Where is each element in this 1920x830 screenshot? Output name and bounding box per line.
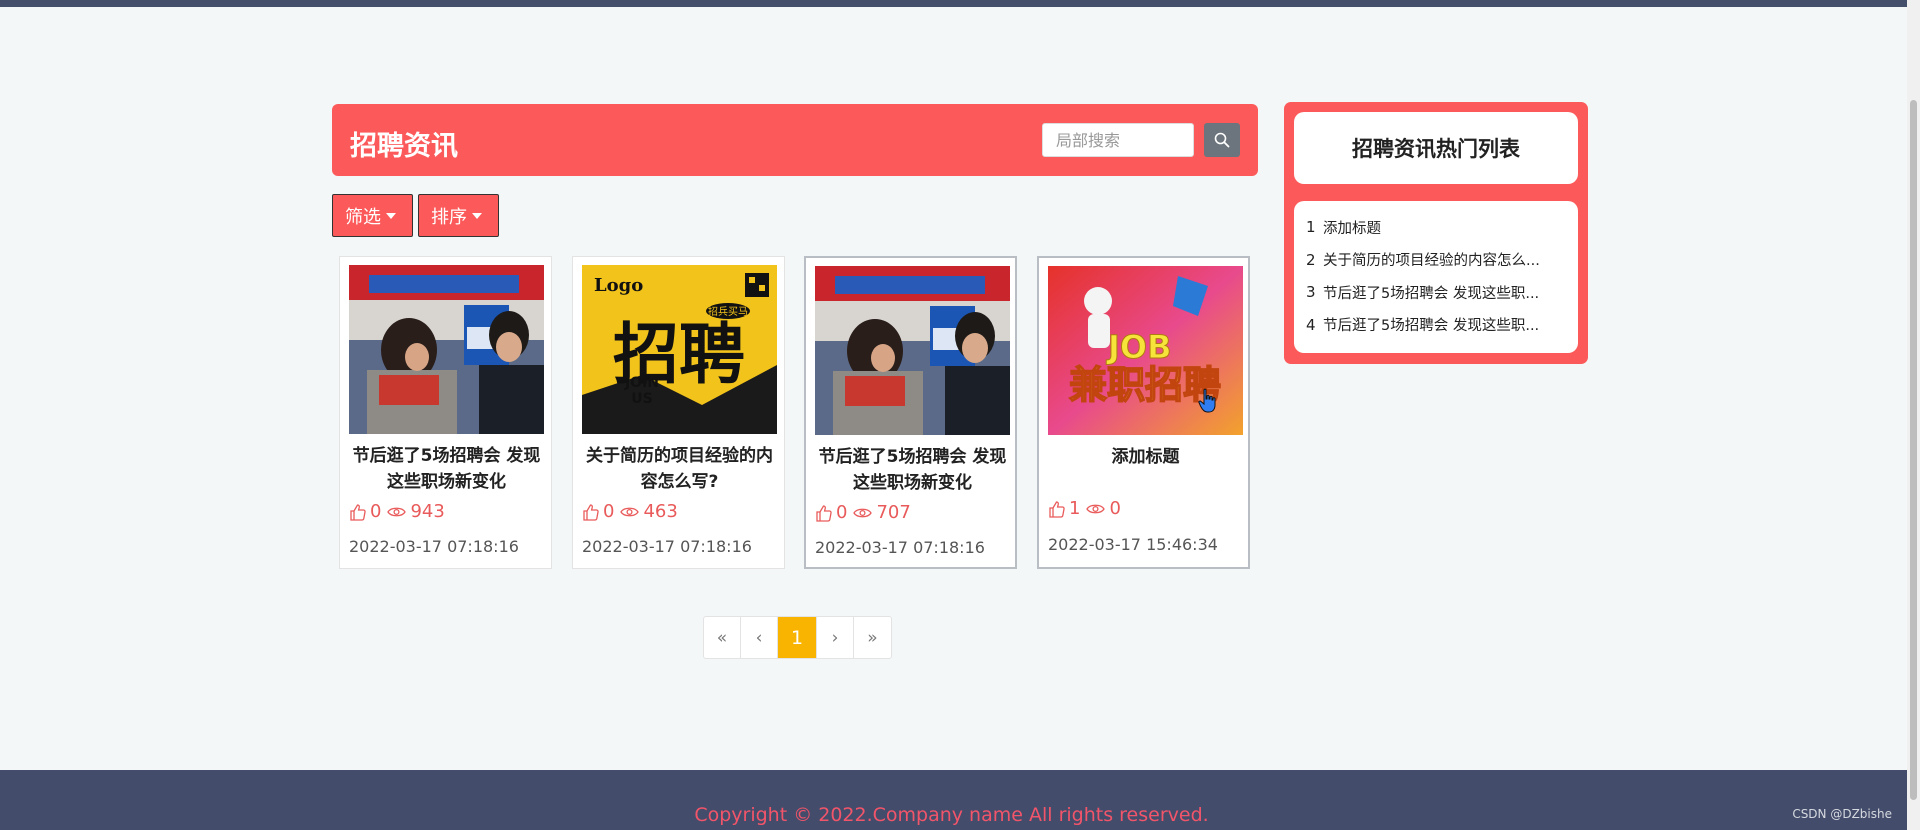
join-us-poster: Logo 招兵买马 招聘 JOIN US bbox=[582, 265, 777, 434]
sort-label: 排序 bbox=[431, 206, 467, 228]
hot-list-index: 3 bbox=[1306, 283, 1316, 302]
view-count: 463 bbox=[643, 501, 678, 522]
card-title[interactable]: 节后逛了5场招聘会 发现这些职场新变化 bbox=[350, 443, 543, 495]
hot-list-title: 招聘资讯热门列表 bbox=[1294, 112, 1578, 184]
card-stats: 0 707 bbox=[815, 502, 917, 523]
watermark-text: CSDN @DZbishe bbox=[1792, 807, 1892, 821]
poster-logo-text: Logo bbox=[594, 275, 643, 296]
card-date: 2022-03-17 07:18:16 bbox=[815, 538, 985, 557]
thumbs-up-icon[interactable] bbox=[582, 503, 599, 521]
hot-list-label[interactable]: 节后逛了5场招聘会 发现这些职... bbox=[1323, 282, 1563, 303]
poster-join-text: JOIN bbox=[624, 375, 659, 391]
hot-list-index: 1 bbox=[1306, 218, 1316, 237]
hot-list-label[interactable]: 添加标题 bbox=[1323, 217, 1563, 238]
section-header: 招聘资讯 bbox=[332, 104, 1258, 176]
hot-list-item[interactable]: 1 添加标题 bbox=[1306, 211, 1566, 244]
scrollbar-thumb[interactable] bbox=[1910, 100, 1917, 800]
footer: Copyright © 2022.Company name All rights… bbox=[0, 770, 1907, 830]
top-bar bbox=[0, 0, 1920, 7]
copyright-text: Copyright © 2022.Company name All rights… bbox=[694, 804, 1209, 826]
card-stats: 0 463 bbox=[582, 501, 684, 522]
hand-cursor-icon bbox=[1198, 388, 1216, 413]
hot-list-index: 2 bbox=[1306, 250, 1316, 269]
like-count: 0 bbox=[370, 501, 382, 522]
hot-list-label[interactable]: 节后逛了5场招聘会 发现这些职... bbox=[1323, 314, 1563, 335]
card-title[interactable]: 节后逛了5场招聘会 发现这些职场新变化 bbox=[816, 444, 1009, 496]
eye-icon bbox=[853, 508, 873, 517]
eye-icon bbox=[387, 507, 407, 516]
caret-down-icon bbox=[472, 212, 482, 219]
hot-list-item[interactable]: 2 关于简历的项目经验的内容怎么... bbox=[1306, 244, 1566, 277]
card-stats: 0 943 bbox=[349, 501, 451, 522]
hot-list-index: 4 bbox=[1306, 315, 1316, 334]
page-current-button[interactable]: 1 bbox=[778, 617, 817, 658]
page-scrollbar[interactable] bbox=[1907, 0, 1920, 830]
card-date: 2022-03-17 15:46:34 bbox=[1048, 535, 1218, 554]
view-count: 0 bbox=[1109, 498, 1121, 519]
news-card[interactable]: Logo 招兵买马 招聘 JOIN US 关于简历的项目经验的内容怎么写? 0 … bbox=[572, 256, 785, 569]
eye-icon bbox=[620, 507, 640, 516]
hot-list-item[interactable]: 3 节后逛了5场招聘会 发现这些职... bbox=[1306, 276, 1566, 309]
card-date: 2022-03-17 07:18:16 bbox=[349, 537, 519, 556]
search-button[interactable] bbox=[1204, 123, 1240, 157]
card-date: 2022-03-17 07:18:16 bbox=[582, 537, 752, 556]
news-card[interactable]: 节后逛了5场招聘会 发现这些职场新变化 0 707 2022-03-17 07:… bbox=[804, 256, 1017, 569]
like-count: 0 bbox=[603, 501, 615, 522]
filter-label: 筛选 bbox=[345, 206, 381, 228]
page-next-button[interactable]: › bbox=[817, 617, 854, 658]
job-fair-photo bbox=[349, 265, 544, 434]
like-count: 1 bbox=[1069, 498, 1081, 519]
hot-list-label[interactable]: 关于简历的项目经验的内容怎么... bbox=[1323, 249, 1563, 270]
caret-down-icon bbox=[386, 212, 396, 219]
eye-icon bbox=[1086, 504, 1106, 513]
search-input[interactable] bbox=[1042, 123, 1194, 157]
card-title[interactable]: 添加标题 bbox=[1049, 444, 1242, 470]
page-last-button[interactable]: » bbox=[854, 617, 891, 658]
news-card[interactable]: JOB 兼职招聘 添加标题 1 0 2022-03-17 15:46:34 bbox=[1037, 256, 1250, 569]
view-count: 707 bbox=[876, 502, 911, 523]
card-stats: 1 0 bbox=[1048, 498, 1127, 519]
job-fair-photo bbox=[815, 266, 1010, 435]
news-card[interactable]: 节后逛了5场招聘会 发现这些职场新变化 0 943 2022-03-17 07:… bbox=[339, 256, 552, 569]
like-count: 0 bbox=[836, 502, 848, 523]
thumbs-up-icon[interactable] bbox=[1048, 500, 1065, 518]
hot-list-item[interactable]: 4 节后逛了5场招聘会 发现这些职... bbox=[1306, 309, 1566, 342]
page-prev-button[interactable]: ‹ bbox=[741, 617, 778, 658]
poster-us-text: US bbox=[631, 391, 652, 407]
filter-dropdown-button[interactable]: 筛选 bbox=[332, 194, 413, 237]
hot-list-panel: 招聘资讯热门列表 1 添加标题 2 关于简历的项目经验的内容怎么... 3 节后… bbox=[1284, 102, 1588, 364]
view-count: 943 bbox=[410, 501, 445, 522]
poster-job-text: JOB bbox=[1106, 328, 1172, 366]
thumbs-up-icon[interactable] bbox=[815, 504, 832, 522]
page-title: 招聘资讯 bbox=[350, 131, 458, 162]
card-title[interactable]: 关于简历的项目经验的内容怎么写? bbox=[583, 443, 776, 495]
search-icon bbox=[1214, 132, 1230, 148]
page-first-button[interactable]: « bbox=[704, 617, 741, 658]
thumbs-up-icon[interactable] bbox=[349, 503, 366, 521]
pagination: « ‹ 1 › » bbox=[703, 616, 892, 659]
hot-list: 1 添加标题 2 关于简历的项目经验的内容怎么... 3 节后逛了5场招聘会 发… bbox=[1294, 201, 1578, 353]
sort-dropdown-button[interactable]: 排序 bbox=[418, 194, 499, 237]
